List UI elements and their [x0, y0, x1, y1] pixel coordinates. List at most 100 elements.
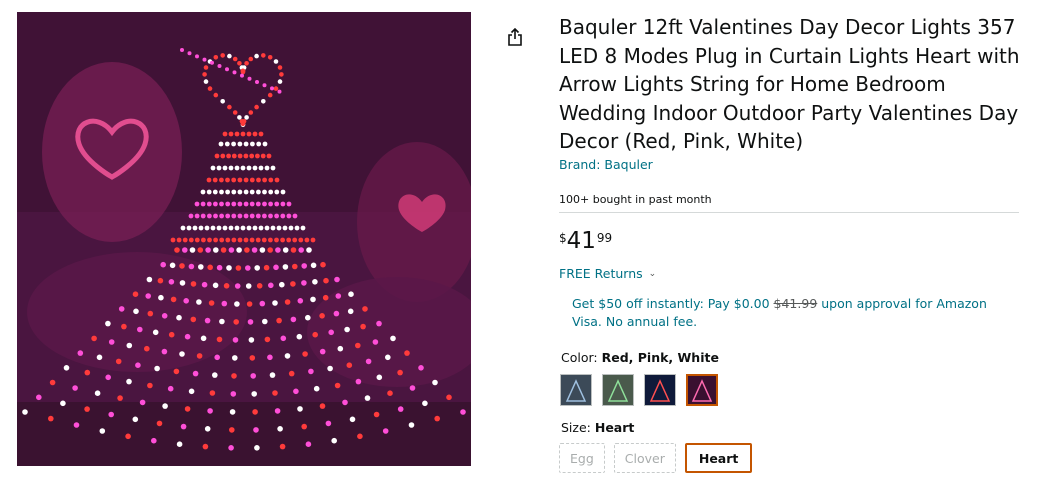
light-bulb	[237, 201, 243, 207]
light-bulb	[346, 362, 353, 369]
light-bulb	[243, 141, 249, 147]
light-bulb	[188, 388, 195, 395]
light-bulb	[36, 394, 42, 401]
light-bulb	[179, 351, 185, 357]
light-bulb	[212, 372, 218, 378]
light-bulb	[118, 306, 125, 312]
light-bulb	[268, 282, 274, 289]
light-bulb	[224, 141, 230, 147]
light-bulb	[290, 281, 296, 287]
light-bulb	[198, 225, 204, 231]
product-main-image[interactable]	[17, 12, 471, 466]
light-bulb	[174, 247, 180, 253]
light-bulb	[231, 213, 237, 219]
size-option-egg[interactable]: Egg	[559, 443, 605, 473]
light-bulb	[232, 56, 238, 62]
light-bulb	[293, 388, 299, 395]
light-bulb	[284, 353, 291, 359]
light-bulb	[397, 406, 404, 412]
light-bulb	[225, 67, 229, 72]
bought-count: 100+ bought in past month	[559, 193, 712, 206]
light-bulb	[125, 433, 131, 440]
light-bulb	[243, 189, 249, 195]
light-bulb	[286, 237, 292, 243]
light-bulb	[270, 86, 274, 91]
light-bulb	[365, 358, 372, 365]
light-bulb	[200, 335, 207, 342]
light-bulb	[151, 437, 157, 444]
light-bulb	[207, 213, 212, 219]
light-bulb	[277, 426, 283, 432]
light-bulb	[227, 53, 232, 59]
light-bulb	[409, 385, 416, 391]
light-bulb	[218, 141, 224, 147]
light-bulb	[146, 276, 153, 283]
light-bulb	[180, 48, 184, 52]
light-bulb	[219, 318, 225, 325]
color-swatch-red-pink-white[interactable]	[686, 374, 718, 406]
color-swatch-green[interactable]	[602, 374, 634, 406]
share-button[interactable]	[503, 25, 527, 49]
light-bulb	[319, 313, 325, 319]
light-bulb	[249, 189, 255, 195]
light-bulb	[301, 263, 308, 269]
light-bulb	[292, 213, 298, 219]
light-bulb	[231, 237, 237, 243]
size-option-clover[interactable]: Clover	[613, 443, 676, 473]
light-bulb	[205, 247, 211, 253]
light-bulb	[244, 61, 249, 66]
light-bulb	[270, 165, 276, 171]
light-bulb	[434, 415, 441, 422]
light-bulb	[292, 263, 298, 270]
light-bulb	[255, 153, 260, 159]
light-bulb	[247, 76, 252, 81]
light-bulb	[234, 283, 241, 289]
light-bulb	[179, 263, 185, 269]
free-returns-link[interactable]: FREE Returns ⌄	[559, 266, 656, 281]
light-bulb	[179, 280, 186, 286]
light-bulb	[335, 293, 342, 299]
light-bulb	[422, 400, 428, 407]
light-bulb	[206, 201, 212, 207]
light-bulb	[255, 80, 259, 84]
light-bulb	[267, 247, 273, 253]
share-icon	[508, 28, 522, 46]
light-bulb	[385, 354, 391, 361]
light-bulb	[187, 51, 192, 56]
light-bulb	[213, 55, 219, 60]
price-fraction: 99	[596, 231, 613, 245]
swatch-thumbnail-icon	[645, 375, 675, 405]
light-bulb	[202, 443, 209, 450]
light-bulb	[268, 237, 273, 243]
light-bulb	[280, 237, 285, 243]
light-bulb	[192, 225, 198, 231]
light-bulb	[251, 391, 257, 397]
light-bulb	[460, 409, 466, 415]
light-bulb	[212, 189, 218, 195]
light-bulb	[182, 247, 188, 253]
light-bulb	[273, 59, 279, 64]
light-bulb	[357, 433, 363, 440]
color-swatch-multicolor[interactable]	[644, 374, 676, 406]
light-bulb	[240, 131, 246, 137]
light-bulb	[233, 319, 239, 325]
light-bulb	[221, 300, 228, 307]
visa-promo[interactable]: Get $50 off instantly: Pay $0.00 $41.99 …	[572, 295, 1012, 331]
light-bulb	[254, 53, 259, 59]
brand-link[interactable]: Brand: Baquler	[559, 157, 653, 172]
light-bulb	[404, 350, 410, 356]
light-bulb	[226, 153, 232, 159]
light-bulb	[200, 213, 206, 219]
light-bulb	[115, 358, 122, 365]
light-bulb	[258, 165, 264, 171]
color-swatch-blue[interactable]	[560, 374, 592, 406]
light-bulb	[390, 335, 396, 342]
light-bulb	[256, 141, 262, 147]
light-bulb	[219, 237, 225, 243]
light-bulb	[158, 294, 164, 301]
light-bulb	[248, 56, 254, 62]
light-bulb	[288, 370, 295, 377]
light-bulb	[232, 110, 238, 115]
light-bulb	[227, 104, 232, 110]
size-option-heart[interactable]: Heart	[684, 443, 753, 473]
